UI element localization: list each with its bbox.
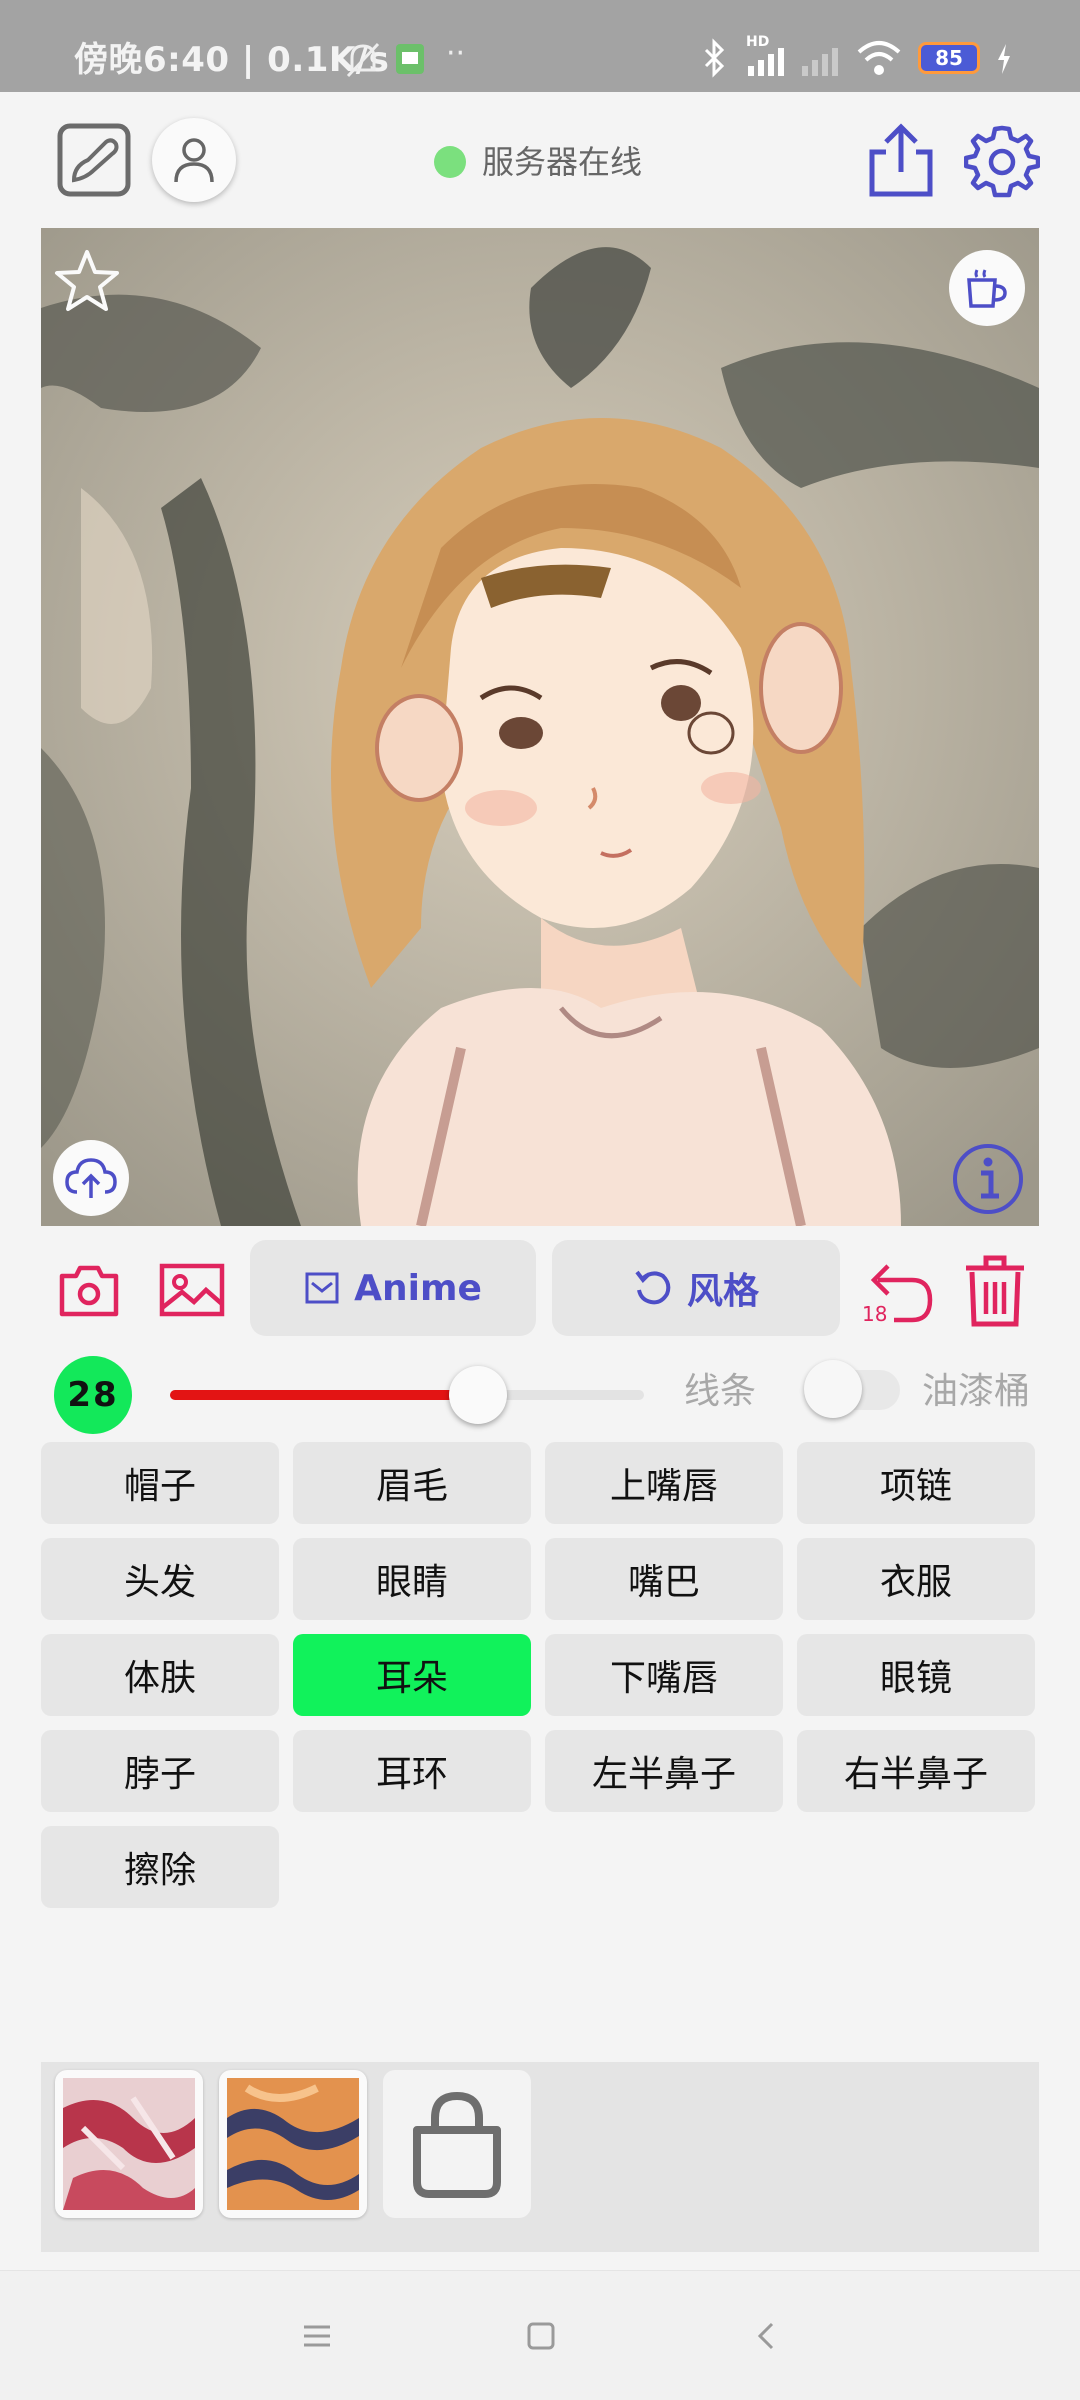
- part-button[interactable]: 耳朵: [293, 1634, 531, 1716]
- coffee-icon: [967, 269, 1007, 308]
- tool-row: Anime 风格 18: [0, 1240, 1080, 1340]
- part-button[interactable]: 擦除: [41, 1826, 279, 1908]
- battery-indicator: 85: [918, 42, 980, 74]
- home-icon[interactable]: [524, 2319, 558, 2353]
- part-button[interactable]: 右半鼻子: [797, 1730, 1035, 1812]
- server-status-label: 服务器在线: [482, 143, 643, 181]
- part-button[interactable]: 头发: [41, 1538, 279, 1620]
- toggle-thumb: [804, 1360, 862, 1418]
- part-button[interactable]: 嘴巴: [545, 1538, 783, 1620]
- parts-grid: 帽子 眉毛 上嘴唇 项链头发 眼睛 嘴巴 衣服体肤 耳朵 下嘴唇 眼镜脖子 耳环 左半鼻子 右半鼻子擦除: [41, 1442, 1039, 1908]
- status-bar: 傍晚6:40 | 0.1K/s ·· HD 85: [0, 0, 1080, 92]
- part-button[interactable]: 脖子: [41, 1730, 279, 1812]
- mail-icon: [305, 1272, 339, 1304]
- signal-weak-icon: [802, 48, 838, 76]
- part-button[interactable]: 眉毛: [293, 1442, 531, 1524]
- status-time: 傍晚6:40 | 0.1K/s: [74, 40, 390, 80]
- battery-level: 85: [935, 46, 963, 70]
- part-button[interactable]: 耳环: [293, 1730, 531, 1812]
- server-status-dot: [434, 146, 466, 178]
- part-button[interactable]: 下嘴唇: [545, 1634, 783, 1716]
- brush-row: 28 线条 油漆桶: [0, 1352, 1080, 1434]
- charging-icon: [998, 44, 1010, 74]
- undo-button[interactable]: 18: [858, 1254, 934, 1330]
- trash-icon[interactable]: [962, 1254, 1028, 1330]
- bucket-label: 油漆桶: [922, 1371, 1031, 1412]
- style-tray: [41, 2062, 1039, 2252]
- slider-fill: [170, 1390, 479, 1400]
- cloud-upload-icon: [65, 1158, 117, 1198]
- drawing-canvas[interactable]: [41, 228, 1039, 1226]
- style-thumb-red[interactable]: [55, 2070, 203, 2218]
- reset-icon: [635, 1270, 671, 1305]
- anime-portrait-image: [41, 228, 1039, 1226]
- cloud-upload-button[interactable]: [53, 1140, 129, 1216]
- part-button[interactable]: 帽子: [41, 1442, 279, 1524]
- bucket-toggle[interactable]: [804, 1360, 900, 1420]
- part-button[interactable]: 体肤: [41, 1634, 279, 1716]
- coffee-button[interactable]: [949, 250, 1025, 326]
- settings-icon[interactable]: [964, 124, 1040, 200]
- part-button[interactable]: 上嘴唇: [545, 1442, 783, 1524]
- line-label: 线条: [684, 1371, 757, 1412]
- style-swatch-orange: [227, 2078, 359, 2210]
- mode-button[interactable]: Anime: [250, 1240, 536, 1336]
- slider-thumb[interactable]: [449, 1366, 508, 1424]
- part-button[interactable]: 衣服: [797, 1538, 1035, 1620]
- part-button[interactable]: 眼镜: [797, 1634, 1035, 1716]
- part-button[interactable]: 项链: [797, 1442, 1035, 1524]
- style-store-button[interactable]: [383, 2070, 531, 2218]
- brush-size-slider[interactable]: [170, 1366, 644, 1424]
- image-icon[interactable]: [158, 1262, 226, 1318]
- more-notifications-icon: ··: [446, 36, 466, 71]
- part-button[interactable]: 眼睛: [293, 1538, 531, 1620]
- bluetooth-icon: [704, 38, 725, 78]
- info-icon[interactable]: [951, 1142, 1025, 1216]
- menu-icon[interactable]: [300, 2319, 334, 2353]
- brush-size-indicator: 28: [54, 1356, 132, 1434]
- user-icon: [174, 138, 214, 183]
- user-avatar-button[interactable]: [152, 118, 236, 202]
- wifi-icon: [857, 41, 901, 75]
- camera-icon[interactable]: [58, 1262, 120, 1318]
- app-notification-icon: [396, 44, 424, 74]
- sketch-icon[interactable]: [56, 122, 132, 198]
- bag-icon: [413, 2091, 501, 2198]
- mute-bell-icon: [346, 42, 380, 78]
- style-thumb-orange[interactable]: [219, 2070, 367, 2218]
- style-label: 风格: [686, 1271, 759, 1312]
- part-button[interactable]: 左半鼻子: [545, 1730, 783, 1812]
- style-swatch-red: [63, 2078, 195, 2210]
- system-nav-bar: [0, 2270, 1080, 2400]
- mode-label: Anime: [354, 1267, 482, 1309]
- undo-count: 18: [862, 1302, 888, 1326]
- share-icon[interactable]: [866, 122, 936, 198]
- star-icon[interactable]: [53, 248, 121, 316]
- signal-icon: [748, 48, 784, 76]
- style-button[interactable]: 风格: [552, 1240, 840, 1336]
- back-icon[interactable]: [750, 2319, 784, 2353]
